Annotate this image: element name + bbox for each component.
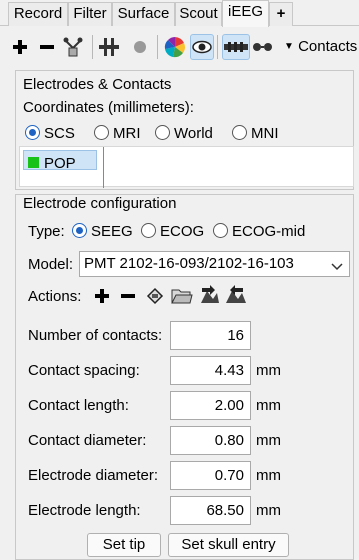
coord-mri-label: MRI	[113, 125, 141, 142]
toolbar-separator	[217, 35, 218, 59]
tab-ieeg[interactable]: iEEG	[222, 0, 269, 27]
type-radio-ecog[interactable]: ECOG	[141, 223, 204, 240]
type-ecog-mid-label: ECOG-mid	[232, 223, 306, 240]
list-item-label: POP	[44, 155, 76, 172]
type-radio-ecog-mid[interactable]: ECOG-mid	[213, 223, 305, 240]
radio-selected-icon	[25, 125, 40, 140]
dropdown-icon: ▼	[284, 41, 294, 52]
contacts-icon[interactable]	[250, 34, 276, 60]
import-icon	[198, 284, 220, 311]
toolbar-separator	[157, 35, 158, 59]
model-label: Model:	[28, 256, 74, 273]
tab-bar: Record Filter Surface Scout iEEG +	[0, 0, 359, 27]
radio-icon	[155, 125, 170, 140]
contact-spacing-input[interactable]: 4.43	[170, 356, 251, 385]
coord-radio-world[interactable]: World	[155, 125, 213, 142]
unit-label: mm	[256, 362, 281, 379]
type-ecog-label: ECOG	[160, 223, 205, 240]
field-label: Number of contacts:	[28, 327, 163, 344]
config-panel-title: Electrode configuration	[23, 195, 177, 212]
contacts-label: Contacts	[298, 38, 358, 55]
set-tip-button[interactable]: Set tip	[87, 533, 161, 557]
colorwheel-icon[interactable]	[163, 34, 187, 60]
tab-add[interactable]: +	[269, 2, 293, 26]
color-swatch-icon	[28, 157, 39, 168]
add-icon	[94, 288, 109, 307]
electrode-icon[interactable]	[222, 34, 250, 60]
open-model-button[interactable]	[170, 285, 193, 310]
toolbar-separator	[92, 35, 93, 59]
export-button[interactable]	[224, 284, 247, 311]
unit-label: mm	[256, 397, 281, 414]
electrode-diameter-input[interactable]: 0.70	[170, 461, 251, 490]
remove-electrode-button[interactable]	[116, 285, 139, 310]
import-button[interactable]	[197, 284, 220, 311]
radio-icon	[94, 125, 109, 140]
contacts-dropdown[interactable]: ▼ Contacts	[284, 38, 357, 55]
coord-radio-mri[interactable]: MRI	[94, 125, 141, 142]
save-model-button[interactable]	[143, 285, 166, 310]
electrodes-panel-title: Electrodes & Contacts	[23, 76, 172, 93]
field-label: Electrode length:	[28, 502, 141, 519]
save-icon	[145, 286, 165, 310]
model-select[interactable]: PMT 2102-16-093/2102-16-103	[79, 251, 350, 277]
actions-label: Actions:	[28, 288, 82, 305]
radio-icon	[213, 223, 228, 238]
tree-icon[interactable]	[61, 34, 85, 60]
field-label: Contact length:	[28, 397, 129, 414]
unit-label: mm	[256, 432, 281, 449]
contact-length-input[interactable]: 2.00	[170, 391, 251, 420]
electrode-list[interactable]: POP	[19, 146, 354, 188]
coord-radio-mni[interactable]: MNI	[232, 125, 279, 142]
add-electrode-button[interactable]	[90, 285, 113, 310]
type-seeg-label: SEEG	[91, 223, 133, 240]
model-value: PMT 2102-16-093/2102-16-103	[84, 255, 294, 272]
unit-label: mm	[256, 467, 281, 484]
tab-scout[interactable]: Scout	[175, 2, 222, 26]
coord-scs-label: SCS	[44, 125, 75, 142]
set-skull-entry-button[interactable]: Set skull entry	[168, 533, 289, 557]
num-contacts-input[interactable]: 16	[170, 321, 251, 350]
coord-mni-label: MNI	[251, 125, 279, 142]
coords-label: Coordinates (millimeters):	[23, 99, 194, 116]
tab-record[interactable]: Record	[8, 2, 68, 26]
list-item[interactable]: POP	[23, 150, 97, 172]
dot-icon[interactable]	[128, 34, 152, 60]
cross-icon[interactable]	[97, 34, 121, 60]
open-folder-icon	[170, 287, 193, 309]
contact-diameter-input[interactable]: 0.80	[170, 426, 251, 455]
list-divider	[103, 147, 104, 188]
tab-filter[interactable]: Filter	[68, 2, 112, 26]
type-radio-seeg[interactable]: SEEG	[72, 223, 133, 240]
toolbar: ▼ Contacts	[0, 27, 359, 67]
tab-surface[interactable]: Surface	[112, 2, 175, 26]
remove-icon	[120, 289, 135, 307]
radio-icon	[232, 125, 247, 140]
field-label: Electrode diameter:	[28, 467, 159, 484]
add-icon[interactable]	[8, 34, 32, 60]
field-label: Contact spacing:	[28, 362, 140, 379]
chevron-down-icon	[331, 258, 343, 275]
field-label: Contact diameter:	[28, 432, 147, 449]
export-icon	[225, 284, 247, 311]
eye-icon[interactable]	[190, 34, 214, 60]
electrode-length-input[interactable]: 68.50	[170, 496, 251, 525]
coord-radio-scs[interactable]: SCS	[25, 125, 75, 142]
remove-icon[interactable]	[35, 34, 59, 60]
type-label: Type:	[28, 223, 65, 240]
coord-world-label: World	[174, 125, 213, 142]
unit-label: mm	[256, 502, 281, 519]
radio-icon	[141, 223, 156, 238]
radio-selected-icon	[72, 223, 87, 238]
